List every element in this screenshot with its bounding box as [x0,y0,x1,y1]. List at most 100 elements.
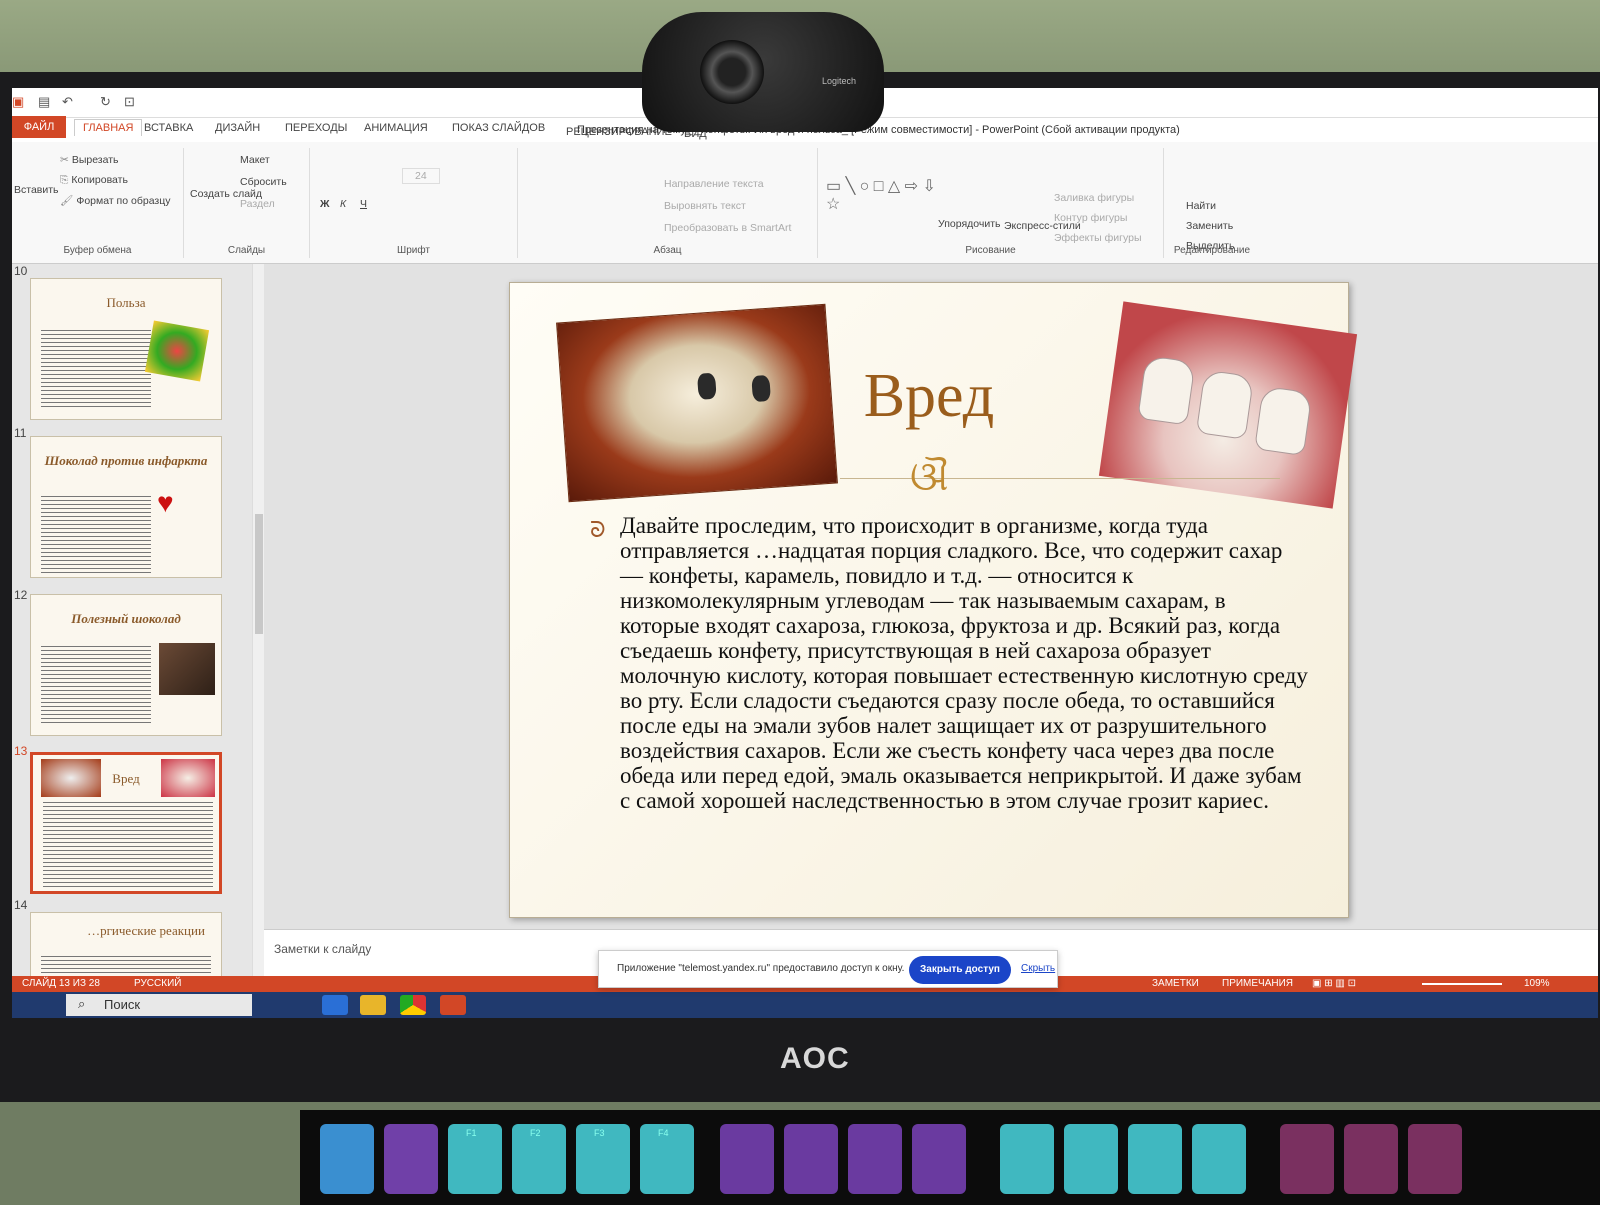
slide-counter: СЛАЙД 13 ИЗ 28 [22,978,100,989]
title-divider [840,478,1280,479]
keyboard-key-f4: F4 [640,1124,694,1194]
thumbnail-slide-11[interactable]: Шоколад против инфаркта ♥ [30,436,222,578]
text-direction-button[interactable]: Направление текста [664,178,764,190]
cut-button[interactable]: ✂ Вырезать [60,154,119,166]
paragraph-group-label: Абзац [653,245,682,256]
arrange-button[interactable]: Упорядочить [938,218,1000,230]
replace-button[interactable]: Заменить [1186,220,1233,232]
slideshow-start-icon[interactable]: ⊡ [124,94,135,110]
clipboard-group-label: Буфер обмена [63,245,132,256]
keyboard-key [1408,1124,1462,1194]
thumb-cartoon-image [161,759,215,797]
edge-icon[interactable] [322,995,348,1015]
notes-placeholder: Заметки к слайду [274,942,372,956]
keyboard-key [848,1124,902,1194]
slide-title[interactable]: Вред [510,361,1348,432]
paste-button[interactable]: Вставить [14,184,59,196]
key-label: F3 [594,1128,605,1138]
flourish-ornament: ଔ [910,454,949,499]
keyboard-key-f1: F1 [448,1124,502,1194]
shape-fill-button[interactable]: Заливка фигуры [1054,192,1134,204]
format-label: Формат по образцу [76,195,171,207]
thumb-text [41,327,151,407]
search-icon: ⌕ [78,996,86,1011]
tab-animation[interactable]: АНИМАЦИЯ [364,122,428,134]
shape-effects-button[interactable]: Эффекты фигуры [1054,232,1142,244]
thumb-text [41,643,151,723]
comments-toggle[interactable]: ПРИМЕЧАНИЯ [1222,978,1293,989]
section-button[interactable]: Раздел [240,198,275,210]
zoom-level[interactable]: 109% [1524,978,1550,989]
thumb-candy-image [144,320,210,382]
thumb-title: Полезный шоколад [71,611,181,626]
undo-icon[interactable]: ↶ [62,94,73,110]
slide-body-text[interactable]: Давайте проследим, что происходит в орга… [620,513,1310,813]
smartart-button[interactable]: Преобразовать в SmartArt [664,222,791,234]
thumbnail-slide-12[interactable]: Полезный шоколад [30,594,222,736]
shapes-gallery[interactable]: ▭ ╲ ○ □ △ ⇨ ⇩ ☆ [826,178,936,214]
share-message: Приложение "telemost.yandex.ru" предоста… [617,963,905,974]
webcam-lens [700,40,764,104]
font-size-box[interactable]: 24 [402,168,440,184]
copy-icon: ⎘ [60,174,69,186]
taskbar: ⌕ Поиск [12,992,1598,1018]
tab-insert[interactable]: ВСТАВКА [144,122,193,134]
thumb-number: 10 [14,264,28,278]
format-painter-button[interactable]: 🖌 Формат по образцу [60,194,171,207]
find-button[interactable]: Найти [1186,200,1216,212]
tab-design[interactable]: ДИЗАЙН [215,122,260,134]
explorer-icon[interactable] [360,995,386,1015]
align-text-button[interactable]: Выровнять текст [664,200,746,212]
layout-button[interactable]: Макет [240,154,270,166]
view-buttons[interactable]: ▣ ⊞ ▥ ⊡ [1312,978,1356,989]
key-label: F2 [530,1128,541,1138]
webcam-brand: Logitech [822,76,857,86]
brush-icon: 🖌 [60,195,74,207]
thumbnail-scrollbar[interactable] [252,264,264,976]
hide-banner-link[interactable]: Скрыть [1021,963,1055,974]
keyboard-key [1192,1124,1246,1194]
group-slides: Создать слайд Макет Сбросить Раздел Слай… [184,148,310,258]
tab-file[interactable]: ФАЙЛ [12,116,66,138]
thumbnail-slide-10[interactable]: Польза [30,278,222,420]
font-group-label: Шрифт [397,245,430,256]
copy-button[interactable]: ⎘ Копировать [60,174,128,187]
scrollbar-thumb[interactable] [255,514,263,634]
keyboard-key [1000,1124,1054,1194]
editing-group-label: Редактирование [1173,245,1251,256]
tab-home[interactable]: ГЛАВНАЯ [74,119,143,136]
redo-icon[interactable]: ↻ [100,94,111,110]
chrome-icon[interactable] [400,995,426,1015]
scissors-icon: ✂ [60,154,69,166]
thumbnail-slide-13-selected[interactable]: Вред [30,752,222,894]
slide-thumbnail-pane[interactable]: 10 Польза 11 Шоколад против инфаркта ♥ 1… [12,264,252,1018]
keyboard-key [912,1124,966,1194]
keyboard-key [1128,1124,1182,1194]
thumb-title: Польза [106,295,146,310]
underline-button[interactable]: Ч [360,198,367,210]
italic-button[interactable]: К [340,198,346,210]
group-drawing: ▭ ╲ ○ □ △ ⇨ ⇩ ☆ Упорядочить Экспресс-сти… [818,148,1164,258]
powerpoint-taskbar-icon[interactable] [440,995,466,1015]
taskbar-search[interactable]: ⌕ Поиск [66,994,252,1016]
language-indicator[interactable]: РУССКИЙ [134,978,181,989]
group-paragraph: Направление текста Выровнять текст Преоб… [518,148,818,258]
notes-toggle[interactable]: ЗАМЕТКИ [1152,978,1199,989]
keyboard-key [720,1124,774,1194]
tab-transitions[interactable]: ПЕРЕХОДЫ [285,122,347,134]
save-icon[interactable]: ▤ [38,94,50,110]
reset-button[interactable]: Сбросить [240,176,287,188]
bold-button[interactable]: Ж [320,198,330,210]
slide[interactable]: Вред ଔ ᘐ Давайте проследим, что происход… [509,282,1358,918]
tab-slideshow[interactable]: ПОКАЗ СЛАЙДОВ [452,122,545,134]
thumb-text [43,799,213,889]
slides-group-label: Слайды [227,245,266,256]
keyboard-key [384,1124,438,1194]
stop-sharing-button[interactable]: Закрыть доступ [909,956,1011,984]
thumb-teeth-image [41,759,101,797]
thumb-number: 11 [14,426,27,440]
shape-outline-button[interactable]: Контур фигуры [1054,212,1127,224]
thumb-text [41,493,151,573]
keyboard-key [1280,1124,1334,1194]
zoom-slider[interactable] [1422,983,1502,985]
